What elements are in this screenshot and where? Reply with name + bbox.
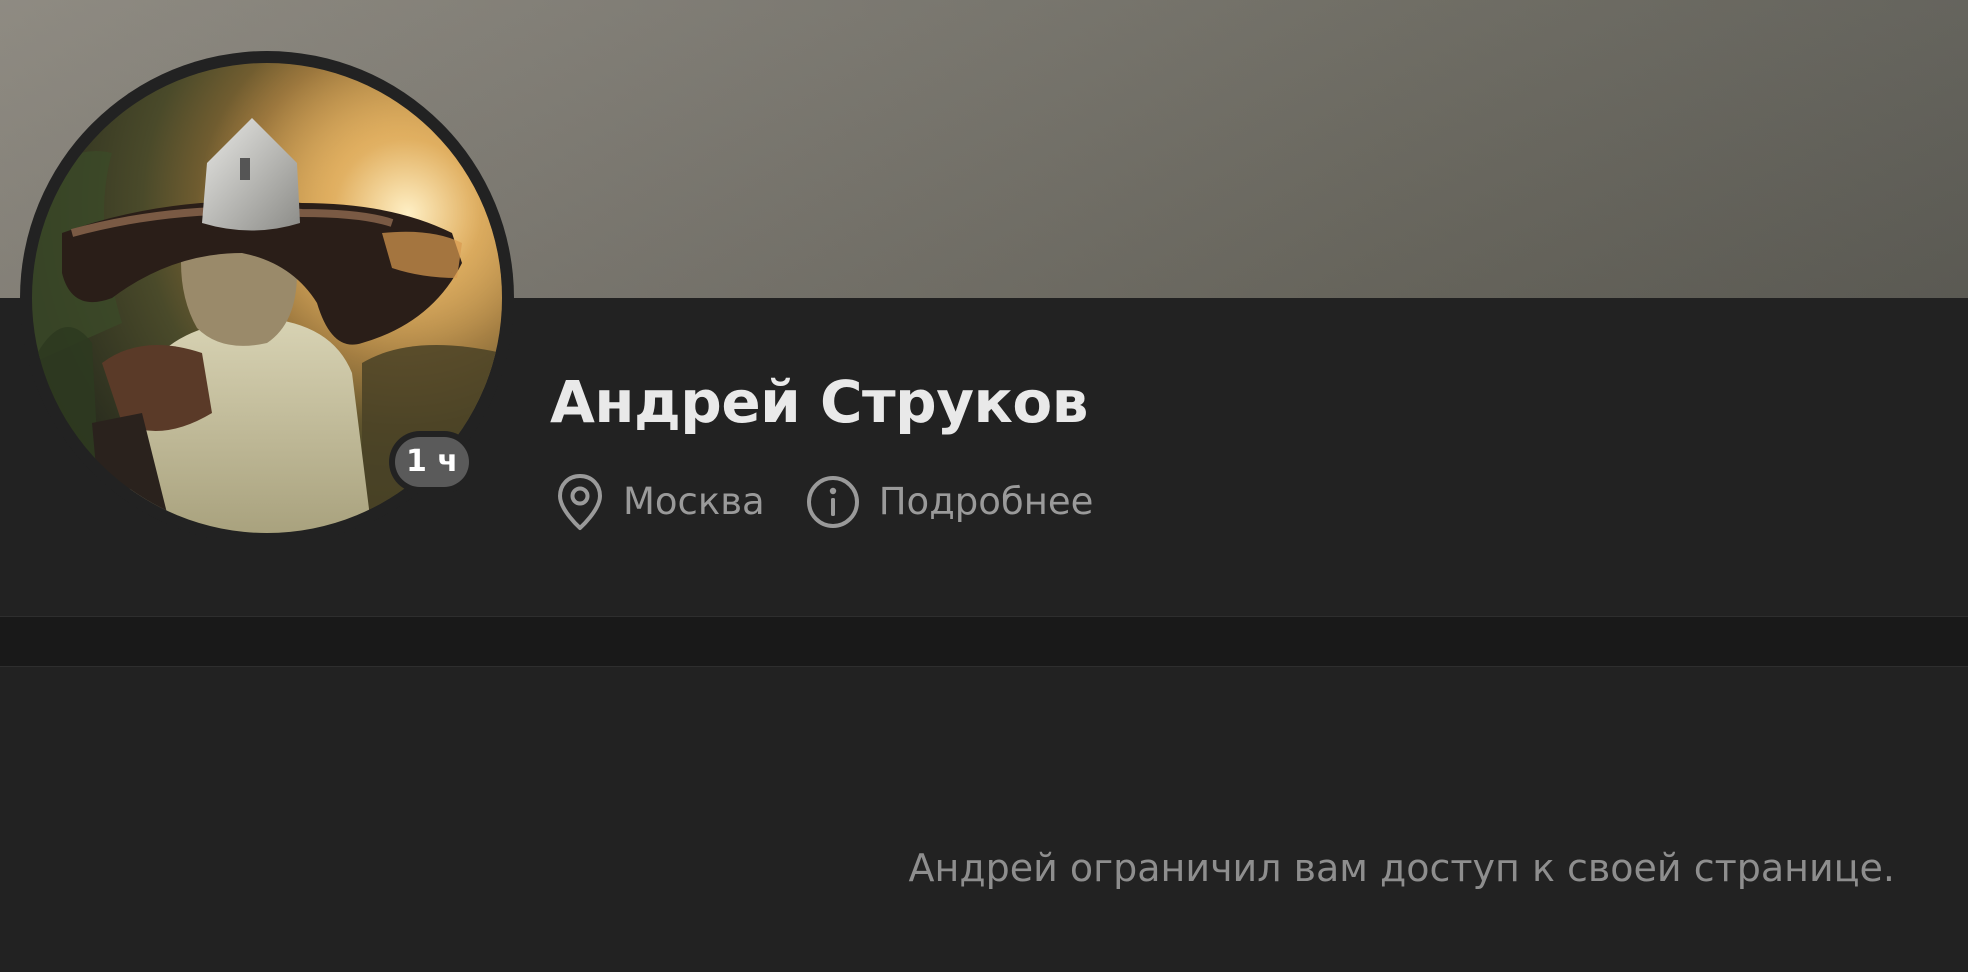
- details-label: Подробнее: [878, 480, 1094, 523]
- last-seen-label: 1 ч: [395, 437, 469, 487]
- divider: [0, 666, 1968, 667]
- online-status-badge: 1 ч: [389, 431, 475, 493]
- restricted-access-message: Андрей ограничил вам доступ к своей стра…: [908, 846, 1895, 890]
- location-label: Москва: [623, 480, 765, 523]
- details-link[interactable]: Подробнее: [805, 472, 1094, 532]
- profile-name: Андрей Струков: [550, 368, 1088, 436]
- location-item[interactable]: Москва: [555, 472, 765, 532]
- map-pin-icon: [555, 474, 605, 530]
- profile-page: 1 ч Андрей Струков Москва Подробнее Андр…: [0, 0, 1968, 972]
- profile-meta: Москва Подробнее: [555, 472, 1093, 532]
- section-separator: [0, 617, 1968, 666]
- info-icon: [805, 474, 861, 530]
